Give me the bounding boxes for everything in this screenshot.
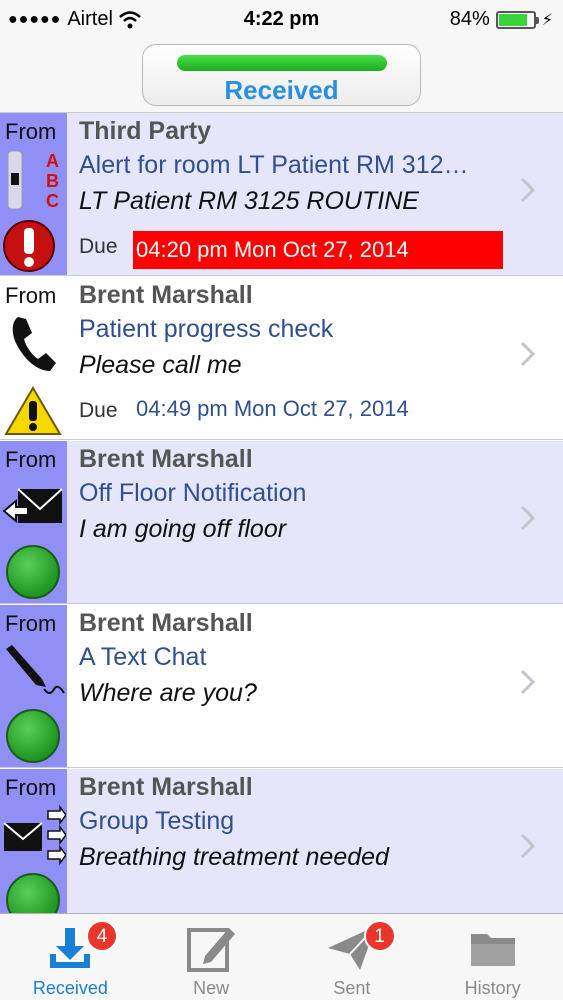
tab-bar: 4 Received New 1 Sent History: [0, 913, 563, 1000]
chevron-right-icon: [520, 505, 536, 531]
message-row[interactable]: From Brent Marshall Group Testing Breath…: [0, 769, 563, 913]
tab-history[interactable]: History: [422, 914, 563, 1000]
tab-label: New: [193, 978, 230, 998]
green-status-icon: [6, 709, 60, 763]
message-icon-column: From: [0, 769, 67, 913]
from-label: From: [5, 775, 57, 800]
chevron-right-icon: [520, 177, 536, 203]
from-label: From: [5, 447, 57, 472]
battery-percent: 84%: [449, 8, 490, 30]
message-body: Where are you?: [79, 679, 257, 707]
sender-name: Third Party: [79, 117, 211, 145]
message-icon-column: From: [0, 277, 67, 439]
message-icon-column: From: [0, 441, 67, 603]
chevron-right-icon: [520, 833, 536, 859]
sender-name: Brent Marshall: [79, 609, 253, 637]
message-subject: Off Floor Notification: [79, 479, 307, 507]
exclamation-icon: [3, 220, 55, 272]
chevron-right-icon: [520, 341, 536, 367]
message-list[interactable]: From A B C Third Party Alert for room LT…: [0, 113, 563, 913]
message-subject: A Text Chat: [79, 643, 207, 671]
from-label: From: [5, 119, 57, 144]
message-row[interactable]: From A B C Third Party Alert for room LT…: [0, 113, 563, 276]
sender-name: Brent Marshall: [79, 445, 253, 473]
tab-received[interactable]: 4 Received: [0, 914, 141, 1000]
due-label: Due: [79, 399, 118, 422]
abc-slider-icon: A B C: [7, 150, 59, 211]
green-status-icon: [6, 545, 60, 599]
due-date: 04:49 pm Mon Oct 27, 2014: [136, 396, 409, 421]
pen-icon: [6, 645, 65, 694]
compose-icon: [187, 928, 236, 972]
svg-text:C: C: [46, 191, 59, 211]
sender-name: Brent Marshall: [79, 281, 253, 309]
received-status-pill[interactable]: Received: [142, 44, 421, 106]
nav-header: Received: [0, 38, 563, 113]
folder-icon: [470, 934, 515, 966]
received-count-badge: 4: [86, 920, 118, 952]
svg-text:B: B: [46, 171, 59, 191]
due-date-overdue: 04:20 pm Mon Oct 27, 2014: [133, 231, 503, 269]
sender-name: Brent Marshall: [79, 773, 253, 801]
from-label: From: [5, 611, 57, 636]
message-body: Breathing treatment needed: [79, 843, 389, 871]
warning-icon: [4, 386, 62, 435]
sent-count-badge: 1: [363, 920, 396, 952]
connection-indicator-bar: [177, 55, 387, 71]
page-title: Received: [224, 75, 339, 105]
tab-label: History: [464, 978, 521, 998]
message-icon-column: From: [0, 605, 67, 767]
svg-text:A: A: [46, 151, 59, 171]
envelope-group-icon: [3, 805, 66, 865]
tab-label: Sent: [333, 978, 371, 998]
message-body: Please call me: [79, 351, 242, 379]
message-row[interactable]: From Brent Marshall Off Floor Notificati…: [0, 441, 563, 604]
message-subject: Patient progress check: [79, 315, 334, 343]
message-row[interactable]: From Brent Marshall Patient progress che…: [0, 277, 563, 440]
due-label: Due: [79, 235, 118, 258]
phone-icon: [12, 317, 57, 371]
tab-new[interactable]: New: [141, 914, 282, 1000]
battery-fill: [498, 13, 528, 26]
message-subject: Group Testing: [79, 807, 235, 835]
from-label: From: [5, 283, 57, 308]
battery-icon: [495, 10, 539, 29]
message-body: LT Patient RM 3125 ROUTINE: [79, 187, 419, 215]
message-icon-column: From A B C: [0, 113, 67, 275]
tab-label: Received: [32, 978, 108, 998]
chevron-right-icon: [520, 669, 536, 695]
message-body: I am going off floor: [79, 515, 287, 543]
tab-sent[interactable]: 1 Sent: [282, 914, 423, 1000]
message-subject: Alert for room LT Patient RM 312…: [79, 151, 469, 179]
envelope-reply-icon: [2, 488, 63, 524]
green-status-icon: [6, 873, 60, 913]
status-bar: ●●●●● Airtel 4:22 pm 84% ⚡: [0, 0, 563, 38]
charging-icon: ⚡: [541, 11, 553, 29]
message-row[interactable]: From Brent Marshall A Text Chat Where ar…: [0, 605, 563, 768]
